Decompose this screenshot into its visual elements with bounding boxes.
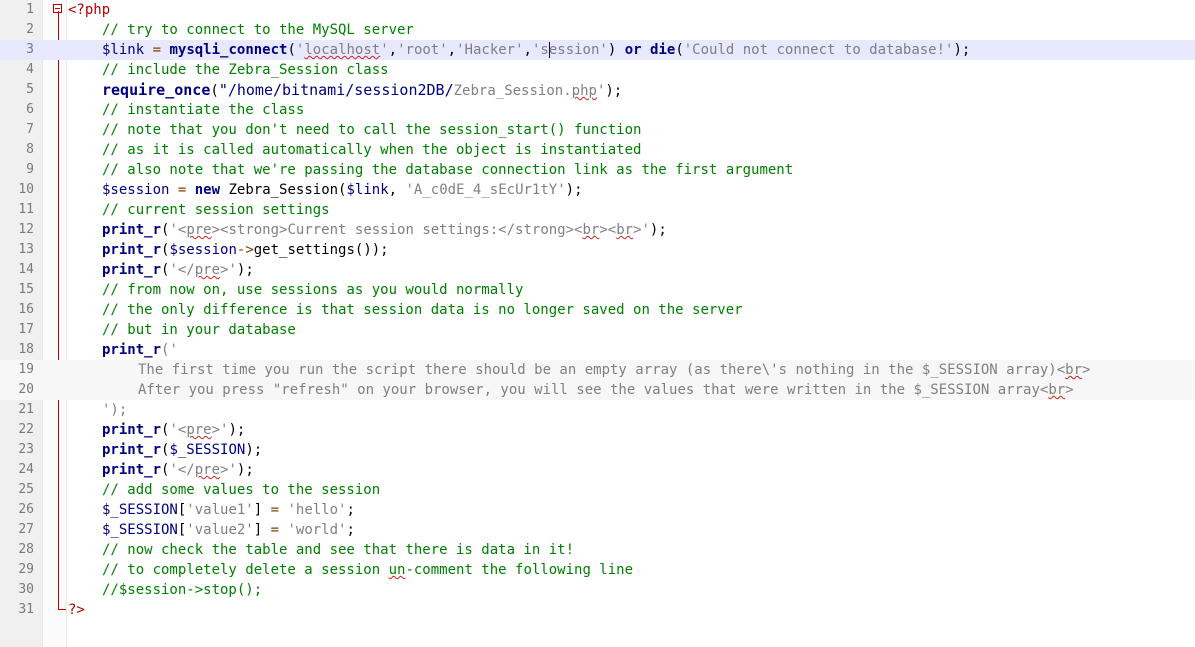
code-line-4[interactable]: 4 // include the Zebra_Session class	[0, 60, 1195, 80]
code-line-19[interactable]: 19 The first time you run the script the…	[0, 360, 1195, 380]
comment: // the only difference is that session d…	[102, 302, 743, 318]
code-line-2[interactable]: 2 // try to connect to the MySQL server	[0, 20, 1195, 40]
code-text: print_r($_SESSION);	[102, 442, 263, 458]
line-number: 21	[18, 402, 34, 417]
line-number: 25	[18, 482, 34, 497]
line-number: 9	[26, 162, 34, 177]
line-number: 13	[18, 242, 34, 257]
code-line-10[interactable]: 10 $session = new Zebra_Session($link, '…	[0, 180, 1195, 200]
code-line-1[interactable]: 1 <?php	[0, 0, 1195, 20]
line-number: 10	[18, 182, 34, 197]
code-line-12[interactable]: 12 print_r('<pre><strong>Current session…	[0, 220, 1195, 240]
code-line-25[interactable]: 25 // add some values to the session	[0, 480, 1195, 500]
comment: // include the Zebra_Session class	[102, 62, 389, 78]
code-line-31[interactable]: 31 ?>	[0, 600, 1195, 620]
line-number: 3	[26, 42, 34, 57]
line-number: 24	[18, 462, 34, 477]
code-text: print_r('<pre>');	[102, 422, 246, 438]
line-number: 8	[26, 142, 34, 157]
comment: // add some values to the session	[102, 482, 381, 498]
line-number: 31	[18, 602, 34, 617]
line-number: 18	[18, 342, 34, 357]
code-text: print_r('	[102, 342, 178, 358]
line-number: 5	[26, 82, 34, 97]
comment: // try to connect to the MySQL server	[102, 22, 414, 38]
line-number: 20	[18, 382, 34, 397]
code-text: $link = mysqli_connect('localhost','root…	[102, 42, 971, 58]
code-line-21[interactable]: 21 ');	[0, 400, 1195, 420]
line-number: 17	[18, 322, 34, 337]
code-text: print_r('<pre><strong>Current session se…	[102, 222, 667, 238]
php-close-tag: ?>	[68, 602, 85, 618]
code-line-11[interactable]: 11 // current session settings	[0, 200, 1195, 220]
comment: // as it is called automatically when th…	[102, 142, 642, 158]
code-line-26[interactable]: 26 $_SESSION['value1'] = 'hello';	[0, 500, 1195, 520]
code-line-8[interactable]: 8 // as it is called automatically when …	[0, 140, 1195, 160]
code-line-3-current[interactable]: 3 $link = mysqli_connect('localhost','ro…	[0, 40, 1195, 60]
line-number: 7	[26, 122, 34, 137]
line-number: 12	[18, 222, 34, 237]
line-number: 16	[18, 302, 34, 317]
code-text: print_r($session->get_settings());	[102, 242, 389, 258]
text-caret	[548, 42, 550, 58]
string-text: The first time you run the script there …	[138, 362, 1091, 378]
code-line-30[interactable]: 30 //$session->stop();	[0, 580, 1195, 600]
code-line-24[interactable]: 24 print_r('</pre>');	[0, 460, 1195, 480]
code-text: $session = new Zebra_Session($link, 'A_c…	[102, 182, 583, 198]
comment: // now check the table and see that ther…	[102, 542, 575, 558]
line-number: 23	[18, 442, 34, 457]
code-line-7[interactable]: 7 // note that you don't need to call th…	[0, 120, 1195, 140]
line-number: 14	[18, 262, 34, 277]
code-line-17[interactable]: 17 // but in your database	[0, 320, 1195, 340]
code-line-16[interactable]: 16 // the only difference is that sessio…	[0, 300, 1195, 320]
code-line-5[interactable]: 5 require_once("/home/bitnami/session2DB…	[0, 80, 1195, 100]
line-number: 6	[26, 102, 34, 117]
line-number: 4	[26, 62, 34, 77]
line-number: 1	[26, 2, 34, 17]
code-line-15[interactable]: 15 // from now on, use sessions as you w…	[0, 280, 1195, 300]
comment: // current session settings	[102, 202, 330, 218]
code-line-14[interactable]: 14 print_r('</pre>');	[0, 260, 1195, 280]
code-line-29[interactable]: 29 // to completely delete a session un-…	[0, 560, 1195, 580]
line-number: 11	[18, 202, 34, 217]
code-line-6[interactable]: 6 // instantiate the class	[0, 100, 1195, 120]
code-text: print_r('</pre>');	[102, 262, 254, 278]
comment: // to completely delete a session un-com…	[102, 562, 634, 578]
code-line-9[interactable]: 9 // also note that we're passing the da…	[0, 160, 1195, 180]
line-number: 2	[26, 22, 34, 37]
comment: // from now on, use sessions as you woul…	[102, 282, 524, 298]
code-text: $_SESSION['value1'] = 'hello';	[102, 502, 355, 518]
comment: // note that you don't need to call the …	[102, 122, 642, 138]
comment: // also note that we're passing the data…	[102, 162, 794, 178]
code-line-13[interactable]: 13 print_r($session->get_settings());	[0, 240, 1195, 260]
line-number: 22	[18, 422, 34, 437]
line-number: 27	[18, 522, 34, 537]
string-text: After you press "refresh" on your browse…	[138, 382, 1074, 398]
code-editor[interactable]: 1 <?php 2 // try to connect to the MySQL…	[0, 0, 1195, 647]
code-text: print_r('</pre>');	[102, 462, 254, 478]
code-line-23[interactable]: 23 print_r($_SESSION);	[0, 440, 1195, 460]
code-line-27[interactable]: 27 $_SESSION['value2'] = 'world';	[0, 520, 1195, 540]
php-open-tag: <?php	[68, 2, 111, 18]
line-number: 30	[18, 582, 34, 597]
code-line-20[interactable]: 20 After you press "refresh" on your bro…	[0, 380, 1195, 400]
line-number: 29	[18, 562, 34, 577]
line-number: 26	[18, 502, 34, 517]
line-number: 15	[18, 282, 34, 297]
code-line-22[interactable]: 22 print_r('<pre>');	[0, 420, 1195, 440]
line-number: 19	[18, 362, 34, 377]
code-text: $_SESSION['value2'] = 'world';	[102, 522, 355, 538]
code-line-28[interactable]: 28 // now check the table and see that t…	[0, 540, 1195, 560]
line-number: 28	[18, 542, 34, 557]
comment: // but in your database	[102, 322, 296, 338]
code-line-18[interactable]: 18 print_r('	[0, 340, 1195, 360]
code-text: require_once("/home/bitnami/session2DB/Z…	[102, 81, 623, 99]
code-text: ');	[102, 402, 128, 418]
comment: //$session->stop();	[102, 582, 263, 598]
comment: // instantiate the class	[102, 102, 305, 118]
